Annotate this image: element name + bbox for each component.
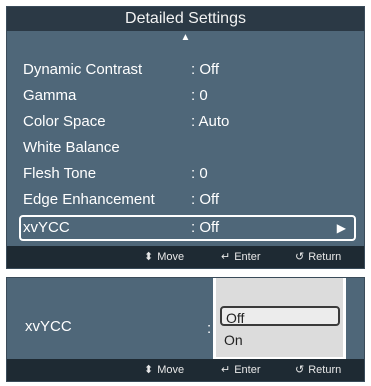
menu-item-label: White Balance <box>23 139 120 156</box>
menu-item-dynamic-contrast[interactable]: Dynamic Contrast : Off <box>19 57 356 83</box>
hint-move-label: Move <box>157 364 185 376</box>
menu-item-value: : Auto <box>191 113 230 130</box>
hint-enter-label: Enter <box>234 364 261 376</box>
hint-return: ↺ Return <box>295 246 341 268</box>
menu-item-edge-enhancement[interactable]: Edge Enhancement : Off <box>19 187 356 213</box>
menu-item-label: Edge Enhancement <box>23 191 155 208</box>
return-icon: ↺ <box>295 364 305 376</box>
hint-move-label: Move <box>157 251 185 263</box>
menu-item-label: Gamma <box>23 87 77 104</box>
settings-menu: Dynamic Contrast : Off Gamma : 0 Color S… <box>19 57 356 241</box>
move-icon: ⬍ <box>144 251 154 263</box>
hint-enter: ↵ Enter <box>221 246 261 268</box>
menu-item-value: : 0 <box>191 165 208 182</box>
enter-icon: ↵ <box>221 251 231 263</box>
hint-enter: ↵ Enter <box>221 359 261 381</box>
menu-item-label: xvYCC <box>23 219 70 236</box>
option-dropdown[interactable]: Off On <box>213 278 346 360</box>
option-off[interactable]: Off <box>220 306 340 326</box>
option-colon: : <box>207 320 212 337</box>
option-label: xvYCC <box>25 318 72 335</box>
hint-return: ↺ Return <box>295 359 341 381</box>
menu-item-flesh-tone[interactable]: Flesh Tone : 0 <box>19 161 356 187</box>
hint-enter-label: Enter <box>234 251 261 263</box>
xvycc-option-panel: xvYCC : Off On ⬍ Move ↵ Enter ↺ Return <box>6 277 365 382</box>
move-icon: ⬍ <box>144 364 154 376</box>
menu-item-color-space[interactable]: Color Space : Auto <box>19 109 356 135</box>
menu-item-gamma[interactable]: Gamma : 0 <box>19 83 356 109</box>
menu-item-label: Color Space <box>23 113 106 130</box>
menu-item-label: Flesh Tone <box>23 165 97 182</box>
option-on[interactable]: On <box>220 330 340 350</box>
scroll-up-icon[interactable]: ▲ <box>7 31 364 45</box>
menu-item-value: : 0 <box>191 87 208 104</box>
menu-item-white-balance[interactable]: White Balance <box>19 135 356 161</box>
detailed-settings-panel: Detailed Settings ▲ Dynamic Contrast : O… <box>6 6 365 269</box>
footer-bar: ⬍ Move ↵ Enter ↺ Return <box>7 359 364 381</box>
hint-move: ⬍ Move <box>144 359 184 381</box>
hint-move: ⬍ Move <box>144 246 184 268</box>
return-icon: ↺ <box>295 251 305 263</box>
chevron-right-icon: ▶ <box>336 221 346 235</box>
menu-item-value: : Off <box>191 61 220 78</box>
menu-item-value: : Off <box>191 191 220 208</box>
menu-item-xvycc[interactable]: xvYCC : Off ▶ <box>19 215 356 241</box>
panel-title: Detailed Settings <box>7 7 364 31</box>
menu-item-label: Dynamic Contrast <box>23 61 143 78</box>
menu-item-value: : Off <box>191 219 220 236</box>
footer-bar: ⬍ Move ↵ Enter ↺ Return <box>7 246 364 268</box>
hint-return-label: Return <box>308 251 342 263</box>
enter-icon: ↵ <box>221 364 231 376</box>
hint-return-label: Return <box>308 364 342 376</box>
